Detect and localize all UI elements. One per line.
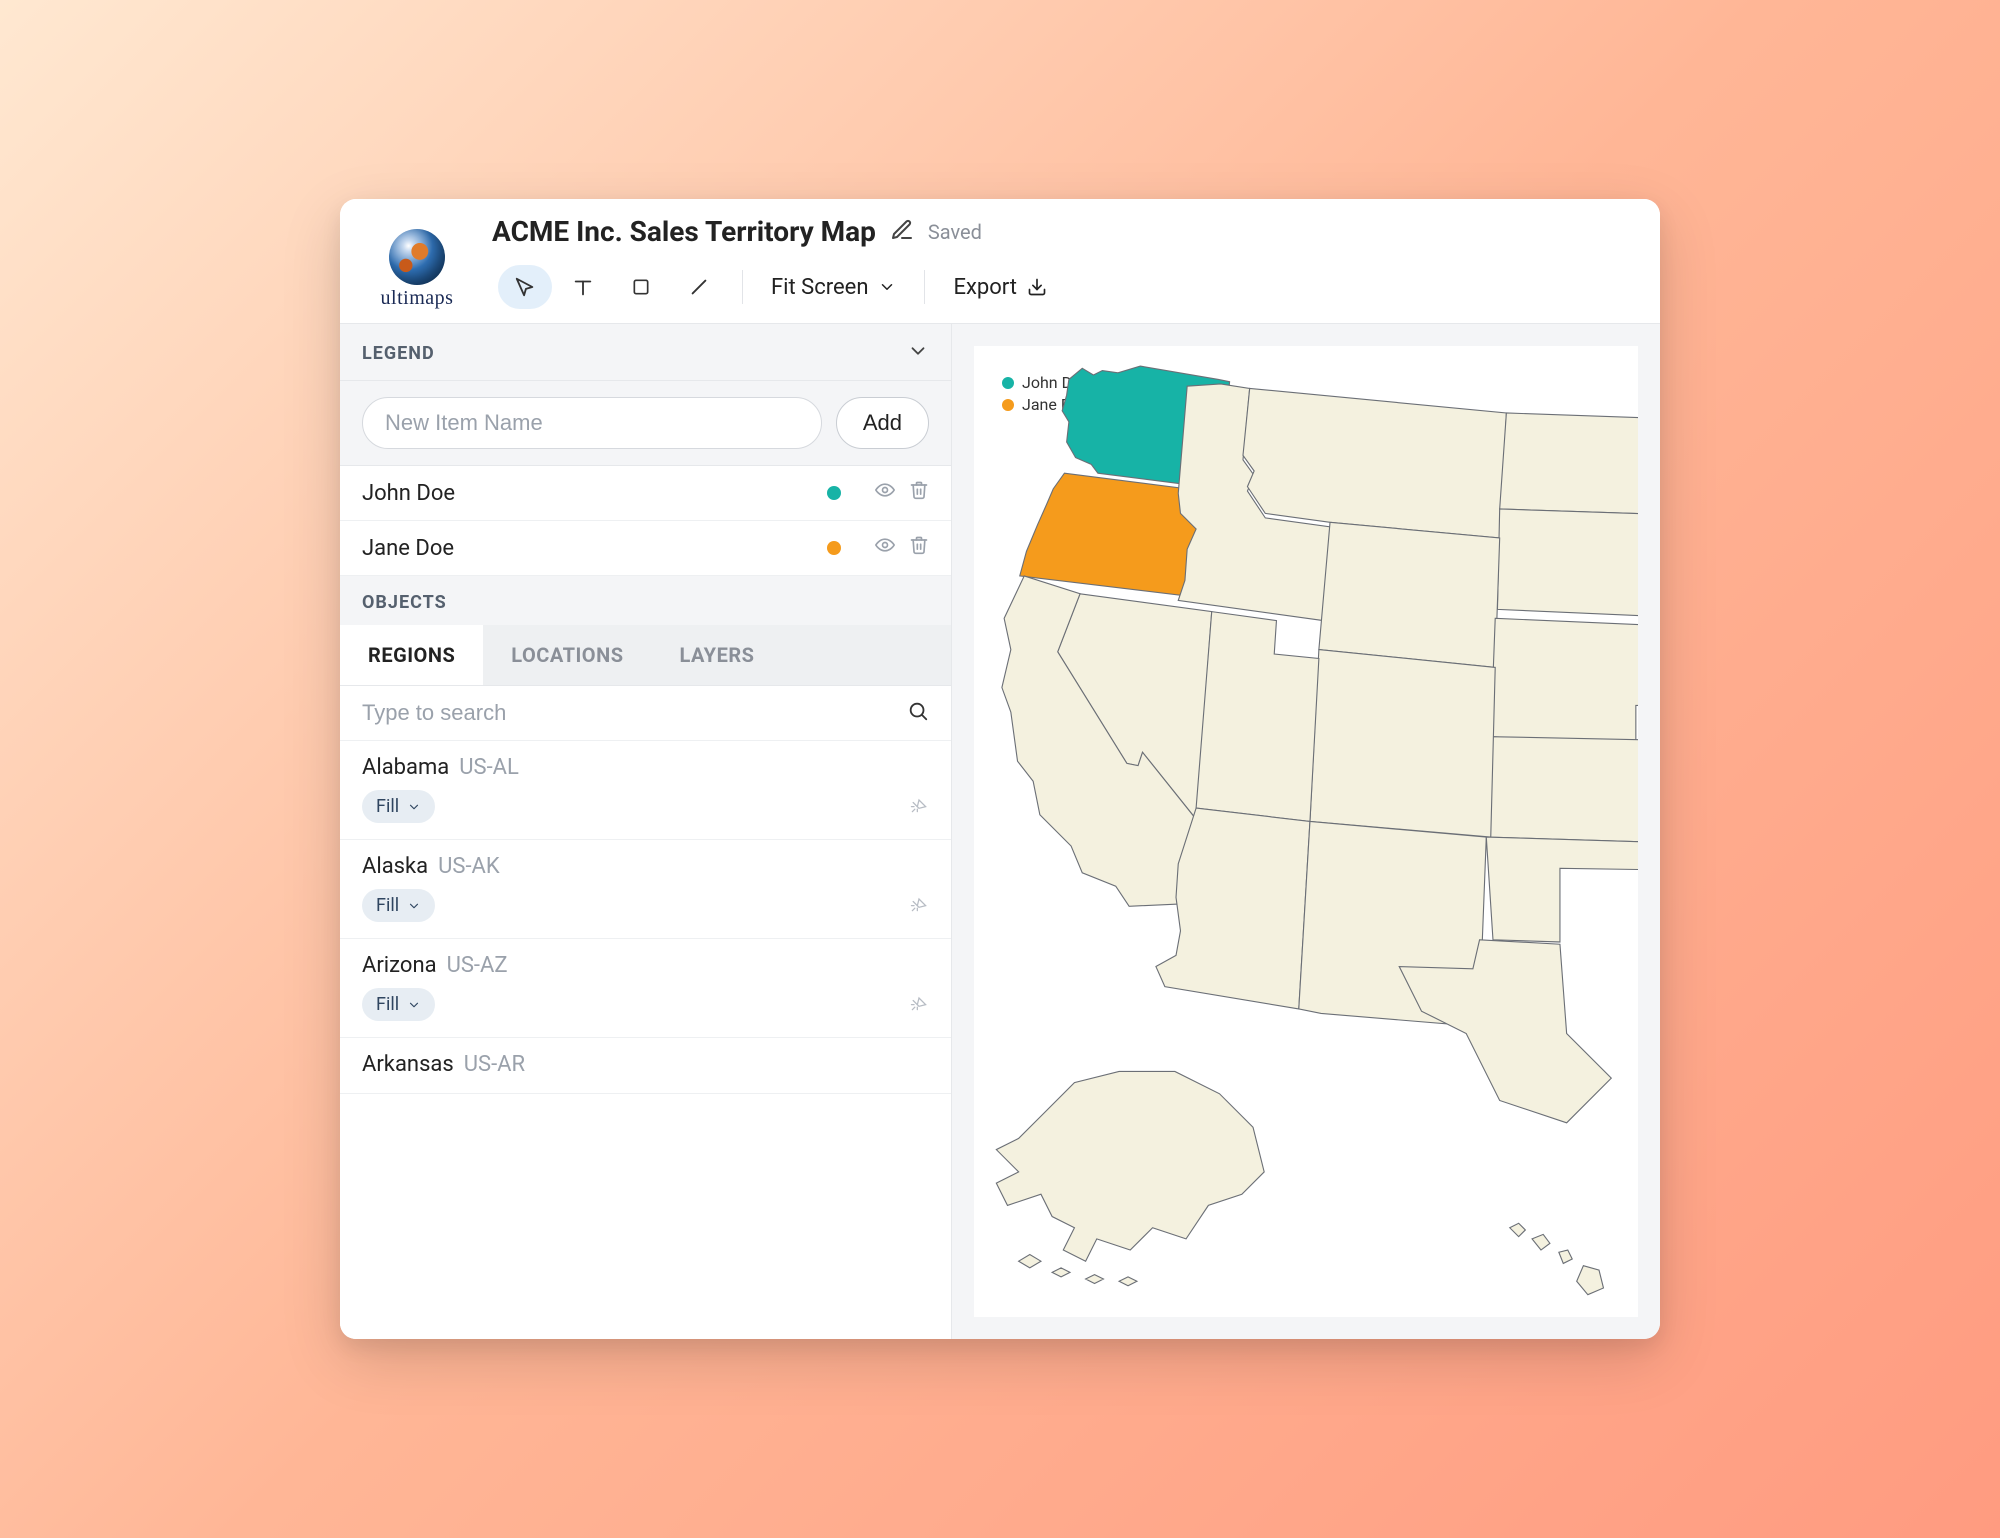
objects-search-input[interactable] <box>362 700 895 726</box>
region-code: US-AL <box>459 755 519 780</box>
us-map-svg <box>974 346 1638 1317</box>
edit-title-icon[interactable] <box>890 218 914 246</box>
visibility-toggle-icon[interactable] <box>875 480 895 506</box>
fill-dropdown[interactable]: Fill <box>362 889 435 922</box>
state-wyoming[interactable] <box>1319 522 1500 667</box>
fill-dropdown[interactable]: Fill <box>362 790 435 823</box>
map-area: John DoeJane Doe <box>952 324 1660 1339</box>
state-utah[interactable] <box>1196 612 1319 822</box>
state-kansas[interactable] <box>1486 737 1638 844</box>
legend-collapse-toggle[interactable] <box>907 340 929 366</box>
pointer-tool[interactable] <box>498 265 552 309</box>
sidebar: LEGEND Add John Doe Jane Doe OBJECTS REGI… <box>340 324 952 1339</box>
rectangle-tool[interactable] <box>614 265 668 309</box>
tab-locations[interactable]: LOCATIONS <box>483 625 651 685</box>
legend-item[interactable]: John Doe <box>340 466 951 521</box>
tab-regions[interactable]: REGIONS <box>340 625 483 685</box>
legend-new-item-input[interactable] <box>362 397 822 449</box>
line-tool[interactable] <box>672 265 726 309</box>
fit-screen-label: Fit Screen <box>771 275 868 300</box>
legend-heading: LEGEND <box>362 343 435 364</box>
delete-icon[interactable] <box>909 480 929 506</box>
region-name: Alabama <box>362 755 449 780</box>
chevron-down-icon <box>878 278 896 296</box>
header: ultimaps ACME Inc. Sales Territory Map S… <box>340 199 1660 323</box>
region-item[interactable]: Arizona US-AZ Fill <box>340 939 951 1038</box>
fit-screen-button[interactable]: Fit Screen <box>753 265 914 309</box>
state-colorado[interactable] <box>1310 650 1495 838</box>
legend-item-name: John Doe <box>362 481 827 506</box>
state-oregon[interactable] <box>1020 473 1205 596</box>
state-texas[interactable] <box>1399 940 1611 1123</box>
save-status: Saved <box>928 220 982 244</box>
globe-icon <box>389 229 445 285</box>
fill-label: Fill <box>376 994 399 1015</box>
toolbar: Fit Screen Export <box>492 264 1638 323</box>
state-nebraska[interactable] <box>1491 618 1638 743</box>
legend-item-name: Jane Doe <box>362 536 827 561</box>
objects-heading: OBJECTS <box>340 576 951 625</box>
download-icon <box>1027 277 1047 297</box>
map-canvas[interactable]: John DoeJane Doe <box>974 346 1638 1317</box>
region-item[interactable]: Alaska US-AK Fill <box>340 840 951 939</box>
state-montana[interactable] <box>1243 388 1506 538</box>
state-oklahoma[interactable] <box>1486 837 1638 942</box>
text-tool[interactable] <box>556 265 610 309</box>
chevron-down-icon <box>407 899 421 913</box>
fill-label: Fill <box>376 895 399 916</box>
state-north-dakota[interactable] <box>1500 413 1638 516</box>
legend-item-swatch[interactable] <box>827 541 841 555</box>
locate-icon[interactable] <box>909 894 929 918</box>
fill-label: Fill <box>376 796 399 817</box>
toolbar-separator <box>742 270 743 304</box>
state-alaska-islands[interactable] <box>1019 1254 1137 1285</box>
region-code: US-AR <box>464 1052 525 1077</box>
region-code: US-AK <box>438 854 500 879</box>
locate-icon[interactable] <box>909 795 929 819</box>
chevron-down-icon <box>407 800 421 814</box>
document-title: ACME Inc. Sales Territory Map <box>492 215 876 248</box>
export-label: Export <box>953 275 1017 300</box>
state-south-dakota[interactable] <box>1497 509 1638 618</box>
region-item[interactable]: Arkansas US-AR <box>340 1038 951 1094</box>
export-button[interactable]: Export <box>935 265 1065 309</box>
region-name: Arizona <box>362 953 437 978</box>
chevron-down-icon <box>907 340 929 362</box>
search-icon[interactable] <box>907 700 929 726</box>
legend-add-button[interactable]: Add <box>836 397 929 449</box>
region-name: Alaska <box>362 854 428 879</box>
locate-icon[interactable] <box>909 993 929 1017</box>
region-item[interactable]: Alabama US-AL Fill <box>340 741 951 840</box>
region-list: Alabama US-AL Fill Alaska US-AK Fill Arizona US… <box>340 741 951 1339</box>
brand-name: ultimaps <box>381 287 454 310</box>
delete-icon[interactable] <box>909 535 929 561</box>
objects-tabs: REGIONSLOCATIONSLAYERS <box>340 625 951 686</box>
region-code: US-AZ <box>447 953 508 978</box>
fill-dropdown[interactable]: Fill <box>362 988 435 1021</box>
legend-list: John Doe Jane Doe <box>340 466 951 576</box>
state-hawaii[interactable] <box>1510 1223 1604 1294</box>
visibility-toggle-icon[interactable] <box>875 535 895 561</box>
region-name: Arkansas <box>362 1052 454 1077</box>
chevron-down-icon <box>407 998 421 1012</box>
legend-item[interactable]: Jane Doe <box>340 521 951 576</box>
brand-logo: ultimaps <box>362 229 472 310</box>
tab-layers[interactable]: LAYERS <box>652 625 783 685</box>
state-alaska[interactable] <box>996 1071 1264 1261</box>
toolbar-separator <box>924 270 925 304</box>
legend-item-swatch[interactable] <box>827 486 841 500</box>
app-window: ultimaps ACME Inc. Sales Territory Map S… <box>340 199 1660 1339</box>
legend-section-header: LEGEND <box>340 324 951 381</box>
